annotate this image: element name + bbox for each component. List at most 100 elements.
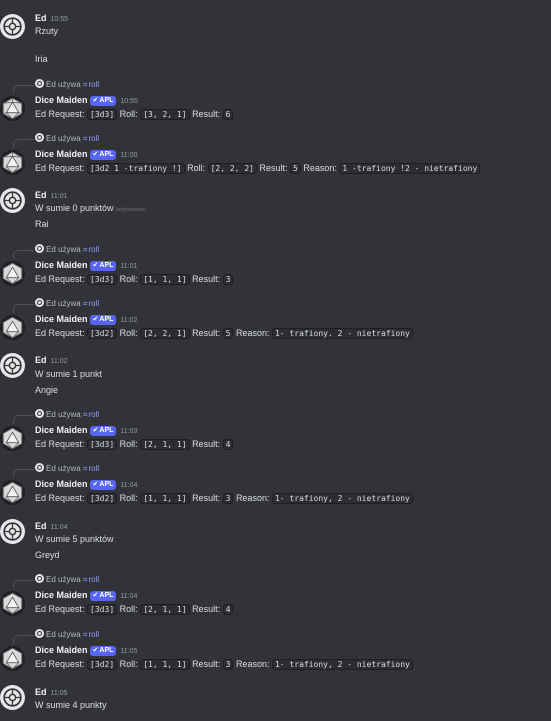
message-dice-maiden: Ed używa ⌗roll Dice Maiden ✔APL 11:03 Ed R… (0, 409, 551, 454)
ed-avatar[interactable] (0, 188, 25, 213)
dice-avatar[interactable] (0, 96, 25, 121)
timestamp[interactable]: 10:55 (120, 98, 138, 105)
command-name[interactable]: ⌗roll (83, 464, 99, 473)
author-name[interactable]: Ed (35, 355, 47, 365)
author-name[interactable]: Dice Maiden (35, 149, 88, 159)
roll-result-line: Ed Request: [3d2 1 -trafiony !] Roll: [2… (35, 162, 481, 175)
request-code: [3d3] (87, 439, 118, 450)
mini-avatar (35, 574, 44, 583)
reply-reference[interactable]: Ed używa ⌗roll (13, 574, 99, 589)
reply-reference[interactable]: Ed używa ⌗roll (13, 133, 99, 148)
roll-code: [2, 1, 1] (140, 439, 190, 450)
command-name[interactable]: ⌗roll (83, 299, 99, 308)
ed-avatar[interactable] (0, 14, 25, 39)
ed-avatar[interactable] (0, 685, 25, 710)
author-name[interactable]: Ed (35, 521, 47, 531)
message-dice-maiden: Ed używa ⌗roll Dice Maiden ✔APL 11:04 Ed R… (0, 574, 551, 619)
timestamp[interactable]: 11:04 (51, 524, 68, 531)
timestamp[interactable]: 11:04 (120, 482, 137, 489)
ed-avatar[interactable] (0, 353, 25, 378)
message-header: Ed 11:02 (35, 354, 68, 366)
timestamp[interactable]: 11:01 (120, 263, 137, 270)
author-name[interactable]: Ed (35, 190, 47, 200)
app-badge: ✔APL (89, 426, 117, 436)
message-ed: Ed 11:01 W sumie 0 punktów (edytowane) Rai (0, 188, 551, 233)
timestamp[interactable]: 11:02 (51, 358, 68, 365)
slash-command-icon: ⌗ (82, 134, 88, 143)
dice-avatar[interactable] (0, 426, 25, 451)
author-name[interactable]: Dice Maiden (35, 590, 88, 600)
author-name[interactable]: Ed (35, 13, 47, 23)
dice-avatar[interactable] (0, 480, 25, 505)
wheel-icon (3, 17, 22, 36)
command-name[interactable]: ⌗roll (83, 80, 99, 89)
command-name[interactable]: ⌗roll (83, 630, 99, 639)
wheel-icon (3, 522, 22, 541)
author-name[interactable]: Dice Maiden (35, 95, 88, 105)
slash-command-icon: ⌗ (82, 245, 88, 254)
mini-avatar (35, 298, 44, 307)
command-name[interactable]: ⌗roll (83, 575, 99, 584)
reply-reference[interactable]: Ed używa ⌗roll (13, 463, 99, 478)
command-name[interactable]: ⌗roll (83, 410, 99, 419)
ed-avatar[interactable] (0, 519, 25, 544)
wheel-icon (3, 688, 22, 707)
author-name[interactable]: Dice Maiden (35, 425, 88, 435)
reason-code: 1- trafiony, 2 - nietrafiony (271, 493, 413, 504)
message-header: Dice Maiden ✔APL 11:04 (35, 478, 137, 490)
message-header: Dice Maiden ✔APL 11:05 (35, 644, 137, 656)
roll-result-line: Ed Request: [3d3] Roll: [2, 1, 1] Result… (35, 438, 234, 451)
message-header: Dice Maiden ✔APL 11:04 (35, 589, 137, 601)
result-code: 3 (222, 274, 234, 285)
request-code: [3d3] (87, 109, 118, 120)
timestamp[interactable]: 10:55 (51, 16, 69, 23)
dice-avatar[interactable] (0, 315, 25, 340)
author-name[interactable]: Dice Maiden (35, 645, 88, 655)
timestamp[interactable]: 11:05 (120, 648, 137, 655)
command-name[interactable]: ⌗roll (83, 245, 99, 254)
message-text: W sumie 0 punktów (edytowane) (35, 203, 146, 213)
timestamp[interactable]: 11:01 (51, 193, 68, 200)
author-name[interactable]: Dice Maiden (35, 479, 88, 489)
wheel-icon (3, 356, 22, 375)
dice-avatar[interactable] (0, 261, 25, 286)
reply-reference[interactable]: Ed używa ⌗roll (13, 629, 99, 644)
app-badge: ✔APL (89, 96, 117, 106)
message-header: Ed 11:04 (35, 520, 68, 532)
author-name[interactable]: Dice Maiden (35, 314, 88, 324)
mini-avatar (35, 79, 44, 88)
dice-avatar[interactable] (0, 150, 25, 175)
message-dice-maiden: Ed używa ⌗roll Dice Maiden ✔APL 11:00 Ed R… (0, 133, 551, 178)
result-code: 6 (222, 109, 234, 120)
author-name[interactable]: Dice Maiden (35, 260, 88, 270)
roll-code: [2, 2, 1] (140, 328, 190, 339)
reason-code: 1 -trafiony !2 - nietrafiony (339, 163, 481, 174)
reply-reference[interactable]: Ed używa ⌗roll (13, 298, 99, 313)
verified-check-icon: ✔ (92, 262, 99, 269)
roll-result-line: Ed Request: [3d3] Roll: [3, 2, 1] Result… (35, 108, 234, 121)
timestamp[interactable]: 11:00 (120, 152, 137, 159)
dice-avatar[interactable] (0, 591, 25, 616)
command-name[interactable]: ⌗roll (83, 134, 99, 143)
timestamp[interactable]: 11:03 (120, 428, 137, 435)
author-name[interactable]: Ed (35, 687, 47, 697)
dice-avatar[interactable] (0, 646, 25, 671)
app-badge: ✔APL (89, 150, 117, 160)
timestamp[interactable]: 11:04 (120, 593, 137, 600)
message-text: W sumie 5 punktów (35, 534, 114, 544)
mini-avatar (35, 409, 44, 418)
slash-command-icon: ⌗ (82, 464, 88, 473)
timestamp[interactable]: 11:02 (120, 317, 137, 324)
reply-reference[interactable]: Ed używa ⌗roll (13, 244, 99, 259)
reply-reference[interactable]: Ed używa ⌗roll (13, 79, 99, 94)
reason-code: 1- trafiony, 2 - nietrafiony (271, 659, 413, 670)
roll-result-line: Ed Request: [3d2] Roll: [1, 1, 1] Result… (35, 492, 413, 505)
timestamp[interactable]: 11:05 (51, 690, 68, 697)
mini-avatar (35, 463, 44, 472)
request-code: [3d3] (87, 604, 118, 615)
verified-check-icon: ✔ (92, 647, 99, 654)
verified-check-icon: ✔ (92, 316, 99, 323)
reply-reference[interactable]: Ed używa ⌗roll (13, 409, 99, 424)
mini-avatar (35, 629, 44, 638)
result-code: 4 (222, 439, 234, 450)
